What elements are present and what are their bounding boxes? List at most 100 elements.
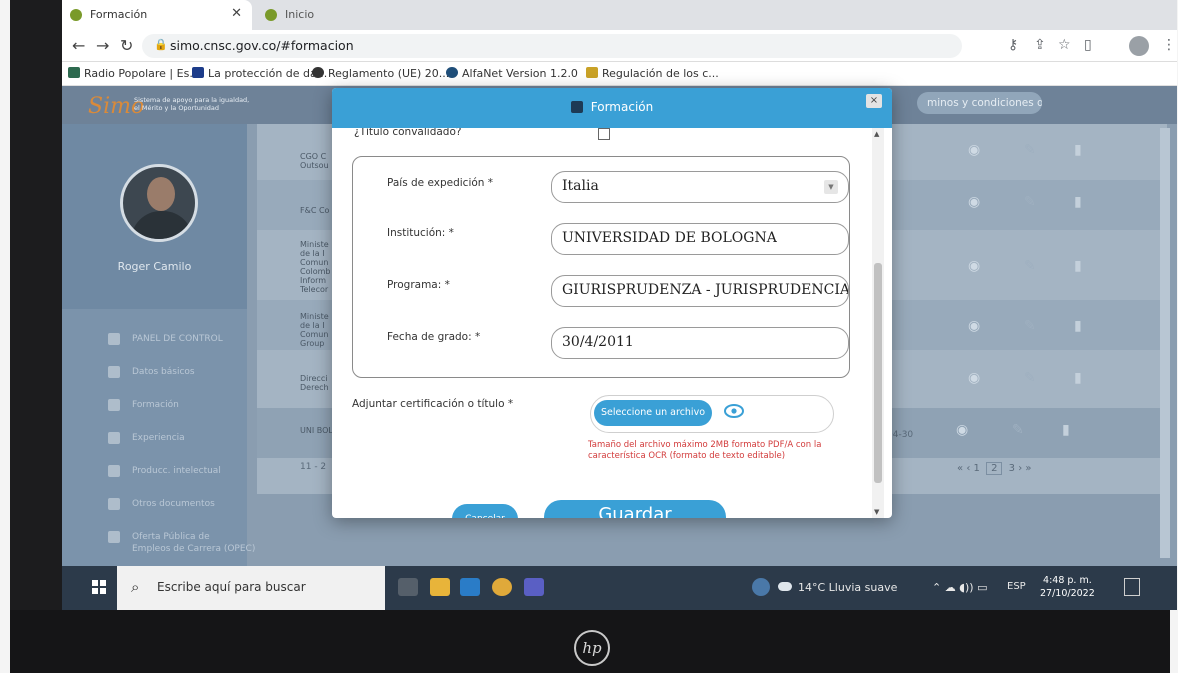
fecha-input[interactable]: 30/4/2011	[551, 327, 849, 359]
edit-pencil-icon[interactable]: ✎	[1024, 370, 1036, 386]
scroll-thumb[interactable]	[874, 263, 882, 483]
close-icon[interactable]: ×	[866, 94, 882, 108]
delete-trash-icon[interactable]: ▮	[1062, 422, 1070, 438]
menu-item-formacion[interactable]: Formación	[62, 390, 247, 423]
bookmark-item[interactable]: Regulación de los c...	[586, 67, 719, 80]
save-button[interactable]: Guardar	[544, 500, 726, 518]
clock-date: 27/10/2022	[1040, 588, 1095, 599]
institucion-input[interactable]: UNIVERSIDAD DE BOLOGNA	[551, 223, 849, 255]
scroll-up-icon[interactable]: ▲	[874, 130, 879, 138]
modal-scrollbar[interactable]: ▲ ▼	[872, 128, 884, 518]
side-panel-icon[interactable]: ▯	[1084, 37, 1092, 53]
bookmark-favicon-icon	[446, 67, 458, 78]
tab-formacion[interactable]: Formación ✕	[62, 0, 252, 30]
first-page-button[interactable]: «	[957, 463, 963, 474]
edit-pencil-icon[interactable]: ✎	[1012, 422, 1024, 438]
tab-title: Inicio	[285, 8, 315, 21]
dashboard-icon	[108, 333, 120, 345]
menu-item-otros[interactable]: Otros documentos	[62, 489, 247, 522]
teams-icon[interactable]	[524, 578, 544, 596]
tab-inicio[interactable]: Inicio	[257, 0, 437, 30]
key-icon[interactable]: ⚷	[1008, 37, 1018, 53]
share-icon[interactable]: ⇪	[1034, 37, 1046, 53]
bookmark-item[interactable]: Radio Popolare | Es...	[68, 67, 200, 80]
user-name: Roger Camilo	[117, 260, 192, 273]
file-explorer-icon[interactable]	[430, 578, 450, 596]
terms-link[interactable]: minos y condiciones de uso	[917, 92, 1042, 114]
briefcase-icon	[108, 432, 120, 444]
clock[interactable]: 4:48 p. m. 27/10/2022	[1040, 574, 1095, 600]
menu-item-produccion[interactable]: Producc. intelectual	[62, 456, 247, 489]
system-tray[interactable]: ⌃ ☁ ◖)) ▭	[932, 581, 987, 594]
delete-trash-icon[interactable]: ▮	[1074, 318, 1082, 334]
menu-kebab-icon[interactable]: ⋮	[1162, 37, 1176, 53]
pais-select[interactable]: Italia ▼	[551, 171, 849, 203]
last-page-button[interactable]: »	[1025, 463, 1031, 474]
avatar	[120, 164, 198, 242]
cancel-button[interactable]: Cancelar	[452, 504, 518, 518]
prev-page-button[interactable]: ‹	[966, 463, 970, 474]
menu-item-datos[interactable]: Datos básicos	[62, 357, 247, 390]
delete-trash-icon[interactable]: ▮	[1074, 142, 1082, 158]
view-eye-icon[interactable]: ◉	[968, 142, 980, 158]
view-eye-icon[interactable]: ◉	[956, 422, 968, 438]
menu-item-panel[interactable]: PANEL DE CONTROL	[62, 324, 247, 357]
view-eye-icon[interactable]: ◉	[968, 194, 980, 210]
forward-icon[interactable]: →	[96, 36, 109, 55]
close-tab-icon[interactable]: ✕	[231, 6, 242, 21]
reload-icon[interactable]: ↻	[120, 36, 133, 55]
page-2-button[interactable]: 2	[986, 462, 1003, 475]
view-eye-icon[interactable]: ◉	[968, 318, 980, 334]
chrome-icon[interactable]	[492, 578, 512, 596]
page-scrollbar[interactable]	[1160, 128, 1170, 558]
bookmark-item[interactable]: La protección de da...	[192, 67, 327, 80]
programa-input[interactable]: GIURISPRUDENZA - JURISPRUDENCIA	[551, 275, 849, 307]
delete-trash-icon[interactable]: ▮	[1074, 258, 1082, 274]
modal-body: ¿Título convalidado? País de expedición …	[332, 128, 892, 518]
titulo-convalidado-label: ¿Título convalidado?	[354, 128, 462, 138]
menu-item-experiencia[interactable]: Experiencia	[62, 423, 247, 456]
delete-trash-icon[interactable]: ▮	[1074, 370, 1082, 386]
windows-start-icon[interactable]	[92, 580, 106, 594]
view-eye-icon[interactable]	[724, 404, 744, 418]
help-icon[interactable]	[752, 578, 770, 596]
scroll-down-icon[interactable]: ▼	[874, 508, 879, 516]
bookmark-item[interactable]: AlfaNet Version 1.2.0	[446, 67, 578, 80]
menu-label: Experiencia	[132, 433, 185, 443]
graduation-icon	[108, 399, 120, 411]
language-indicator[interactable]: ESP	[1007, 581, 1026, 592]
mail-icon[interactable]	[460, 578, 480, 596]
url-bar[interactable]: 🔒 simo.cnsc.gov.co/#formacion	[142, 34, 962, 58]
taskbar-search[interactable]: ⌕ Escribe aquí para buscar	[117, 566, 385, 610]
star-icon[interactable]: ☆	[1058, 37, 1071, 53]
edit-pencil-icon[interactable]: ✎	[1024, 194, 1036, 210]
menu-item-opec[interactable]: Oferta Pública de	[62, 522, 247, 544]
view-eye-icon[interactable]: ◉	[968, 258, 980, 274]
attach-label: Adjuntar certificación o título *	[352, 398, 514, 410]
fecha-label: Fecha de grado: *	[387, 331, 481, 343]
weather-widget[interactable]: 14°C Lluvia suave	[778, 581, 897, 594]
notifications-icon[interactable]	[1124, 578, 1140, 596]
profile-avatar-icon[interactable]	[1129, 36, 1149, 56]
page-1-button[interactable]: 1	[974, 463, 980, 474]
titulo-convalidado-checkbox[interactable]	[598, 128, 610, 140]
back-icon[interactable]: ←	[72, 36, 85, 55]
bookmark-item[interactable]: Reglamento (UE) 20...	[312, 67, 449, 80]
edit-pencil-icon[interactable]: ✎	[1024, 258, 1036, 274]
select-file-button[interactable]: Seleccione un archivo	[594, 400, 712, 426]
bookmark-label: Regulación de los c...	[602, 67, 719, 80]
site-favicon-icon	[265, 9, 277, 21]
avatar-head	[147, 177, 175, 211]
bookmark-favicon-icon	[192, 67, 204, 78]
edit-pencil-icon[interactable]: ✎	[1024, 318, 1036, 334]
user-panel: Roger Camilo	[62, 124, 247, 309]
next-page-button[interactable]: ›	[1018, 463, 1022, 474]
task-view-icon[interactable]	[398, 578, 418, 596]
edit-pencil-icon[interactable]: ✎	[1024, 142, 1036, 158]
pagination: « ‹ 1 2 3 › »	[957, 462, 1032, 475]
view-eye-icon[interactable]: ◉	[968, 370, 980, 386]
url-text: simo.cnsc.gov.co/#formacion	[170, 38, 354, 53]
delete-trash-icon[interactable]: ▮	[1074, 194, 1082, 210]
page-3-button[interactable]: 3	[1009, 463, 1015, 474]
menu-label: Formación	[132, 400, 179, 410]
